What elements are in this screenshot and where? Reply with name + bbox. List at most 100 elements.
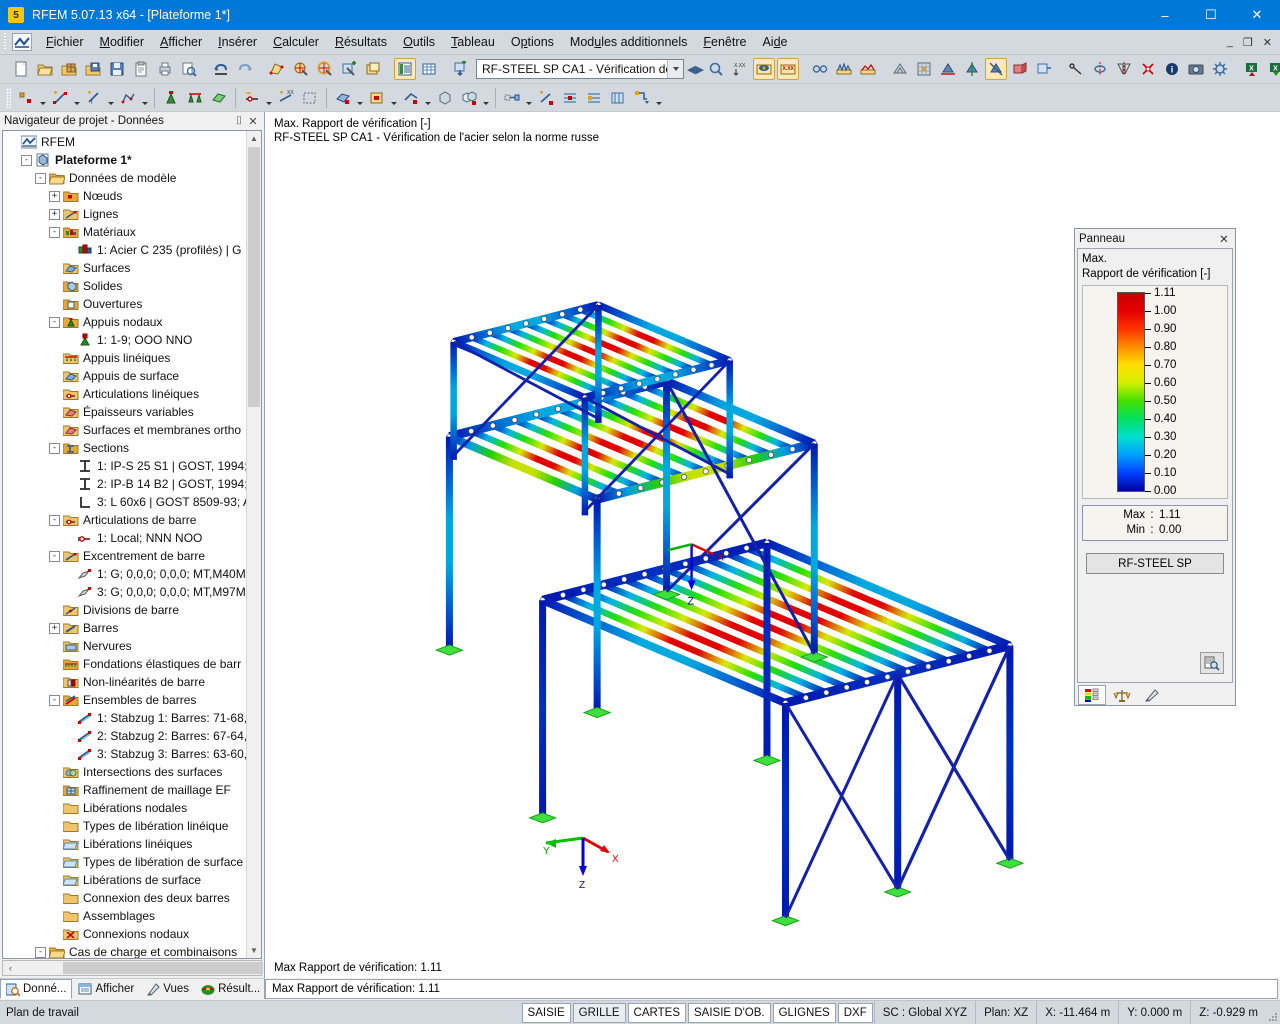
print-icon[interactable] — [154, 58, 176, 80]
rotate-y-icon[interactable] — [961, 58, 983, 80]
tree-item[interactable]: 3: L 60x6 | GOST 8509-93; A — [5, 493, 261, 511]
chevron-down-icon[interactable] — [389, 87, 398, 109]
navigator-tab-data[interactable]: Donné... — [0, 979, 73, 999]
settings-gear-icon[interactable] — [1209, 58, 1231, 80]
resize-grip-icon[interactable] — [1266, 1001, 1280, 1024]
mdi-minimize-button[interactable]: _ — [1225, 36, 1235, 49]
tree-item[interactable]: 1: 1-9; OOO NNO — [5, 331, 261, 349]
tree-item[interactable]: Types de libération linéique — [5, 817, 261, 835]
close-icon[interactable]: ✕ — [1217, 232, 1231, 246]
chevron-down-icon[interactable] — [481, 87, 490, 109]
member-load-icon[interactable] — [400, 87, 422, 109]
tree-item[interactable]: Épaisseurs variables — [5, 403, 261, 421]
tree-item[interactable]: 1: Local; NNN NOO — [5, 529, 261, 547]
status-toggle-cartes[interactable]: CARTES — [627, 1002, 686, 1023]
prev-load-case-button[interactable]: ◀ — [687, 59, 695, 79]
info-icon[interactable]: i — [1161, 58, 1183, 80]
mesh-icon[interactable] — [889, 58, 911, 80]
panel-tab-factors[interactable] — [1108, 685, 1136, 705]
mdi-close-button[interactable]: ✕ — [1261, 36, 1274, 49]
member-division-icon[interactable] — [299, 87, 321, 109]
tree-item[interactable]: Ouvertures — [5, 295, 261, 313]
menu-item-tableau[interactable]: Tableau — [443, 32, 503, 52]
tree-item[interactable]: Libérations linéiques — [5, 835, 261, 853]
tree-item[interactable]: Fondations élastiques de barr — [5, 655, 261, 673]
collapse-icon[interactable]: - — [49, 316, 60, 328]
tree-item[interactable]: - Ensembles de barres — [5, 691, 261, 709]
select-circle-icon[interactable] — [314, 58, 336, 80]
status-toggle-saisie[interactable]: SAISIE — [521, 1002, 571, 1023]
status-toggle-saisie-d-ob-[interactable]: SAISIE D'OB. — [688, 1002, 771, 1023]
model-viewport[interactable]: Max. Rapport de vérification [-] RF-STEE… — [265, 112, 1280, 978]
collapse-icon[interactable]: - — [49, 514, 60, 526]
solid-copy-icon[interactable] — [458, 87, 480, 109]
tree-item[interactable]: Appuis linéiques — [5, 349, 261, 367]
chevron-down-icon[interactable] — [667, 60, 683, 78]
open-package-icon[interactable] — [58, 58, 80, 80]
navigator-hscrollbar[interactable]: ‹ › — [2, 960, 263, 976]
results-surface-icon[interactable] — [857, 58, 879, 80]
tree-item[interactable]: - Articulations de barre — [5, 511, 261, 529]
tree-item[interactable]: Intersections des surfaces — [5, 763, 261, 781]
chevron-down-icon[interactable] — [355, 87, 364, 109]
rf-steel-sp-button[interactable]: RF-STEEL SP — [1086, 553, 1224, 574]
chevron-down-icon[interactable] — [654, 87, 663, 109]
photo-icon[interactable] — [1185, 58, 1207, 80]
mirror-icon[interactable] — [1113, 58, 1135, 80]
status-toggle-grille[interactable]: GRILLE — [572, 1002, 626, 1023]
navigator-tree-container[interactable]: RFEM - Plateforme 1* - Données de modèle + Nœu… — [2, 130, 262, 959]
expand-icon[interactable]: + — [49, 190, 60, 202]
menu-item-modules-additionnels[interactable]: Modules additionnels — [562, 32, 695, 52]
tree-item[interactable]: - Sections — [5, 439, 261, 457]
tree-item[interactable]: 2: IP-B 14 B2 | GOST, 1994; — [5, 475, 261, 493]
panel-tab-view[interactable] — [1138, 685, 1166, 705]
expand-icon[interactable]: + — [49, 622, 60, 634]
tree-item[interactable]: Raffinement de maillage EF — [5, 781, 261, 799]
tree-item[interactable]: Appuis de surface — [5, 367, 261, 385]
close-button[interactable]: ✕ — [1234, 0, 1280, 30]
menu-item-calculer[interactable]: Calculer — [265, 32, 327, 52]
close-icon[interactable]: ✕ — [246, 115, 260, 128]
save-package-icon[interactable] — [82, 58, 104, 80]
tree-item[interactable]: Surfaces — [5, 259, 261, 277]
collapse-icon[interactable]: - — [49, 550, 60, 562]
solid-icon[interactable] — [434, 87, 456, 109]
collapse-icon[interactable]: - — [21, 154, 32, 166]
calc-icon[interactable] — [631, 87, 653, 109]
excel-import-icon[interactable]: X — [1241, 58, 1263, 80]
menu-item-fichier[interactable]: Fichier — [38, 32, 92, 52]
tree-item[interactable]: Connexions nodaux — [5, 925, 261, 943]
chevron-down-icon[interactable] — [140, 87, 149, 109]
menu-item-afficher[interactable]: Afficher — [152, 32, 210, 52]
table-grid-icon[interactable] — [418, 58, 440, 80]
ribs-icon[interactable] — [607, 87, 629, 109]
collapse-icon[interactable]: - — [49, 694, 60, 706]
value-display-icon[interactable]: X.XX — [776, 58, 799, 80]
tree-item[interactable]: 3: G; 0,0,0; 0,0,0; MT,M97M — [5, 583, 261, 601]
new-window-icon[interactable] — [362, 58, 384, 80]
hscroll-thumb[interactable] — [63, 962, 263, 974]
tree-item[interactable]: 2: Stabzug 2: Barres: 67-64, — [5, 727, 261, 745]
mdi-restore-button[interactable]: ❐ — [1241, 36, 1255, 49]
chevron-down-icon[interactable] — [38, 87, 47, 109]
tree-item[interactable]: Articulations linéiques — [5, 385, 261, 403]
results-bar-icon[interactable] — [833, 58, 855, 80]
menu-item-options[interactable]: Options — [503, 32, 562, 52]
measure-icon[interactable] — [1065, 58, 1087, 80]
rotate-view-icon[interactable] — [1089, 58, 1111, 80]
status-toggle-dxf[interactable]: DXF — [837, 1002, 873, 1023]
collapse-icon[interactable]: - — [49, 226, 60, 238]
surface-load-icon[interactable] — [366, 87, 388, 109]
tree-item[interactable]: 1: Acier C 235 (profilés) | G — [5, 241, 261, 259]
connection-icon[interactable] — [501, 87, 523, 109]
tree-item[interactable]: - Matériaux — [5, 223, 261, 241]
chevron-down-icon[interactable] — [524, 87, 533, 109]
tree-item[interactable]: 1: IP-S 25 S1 | GOST, 1994; — [5, 457, 261, 475]
tree-item[interactable]: - Données de modèle — [5, 169, 261, 187]
pin-icon[interactable]: ⌷ — [232, 115, 246, 128]
tree-item[interactable]: Assemblages — [5, 907, 261, 925]
tree-item[interactable]: - Cas de charge et combinaisons — [5, 943, 261, 958]
chevron-up-icon[interactable]: ▲ — [247, 131, 261, 146]
tree-item[interactable]: Solides — [5, 277, 261, 295]
menu-item-aide[interactable]: Aide — [754, 32, 795, 52]
